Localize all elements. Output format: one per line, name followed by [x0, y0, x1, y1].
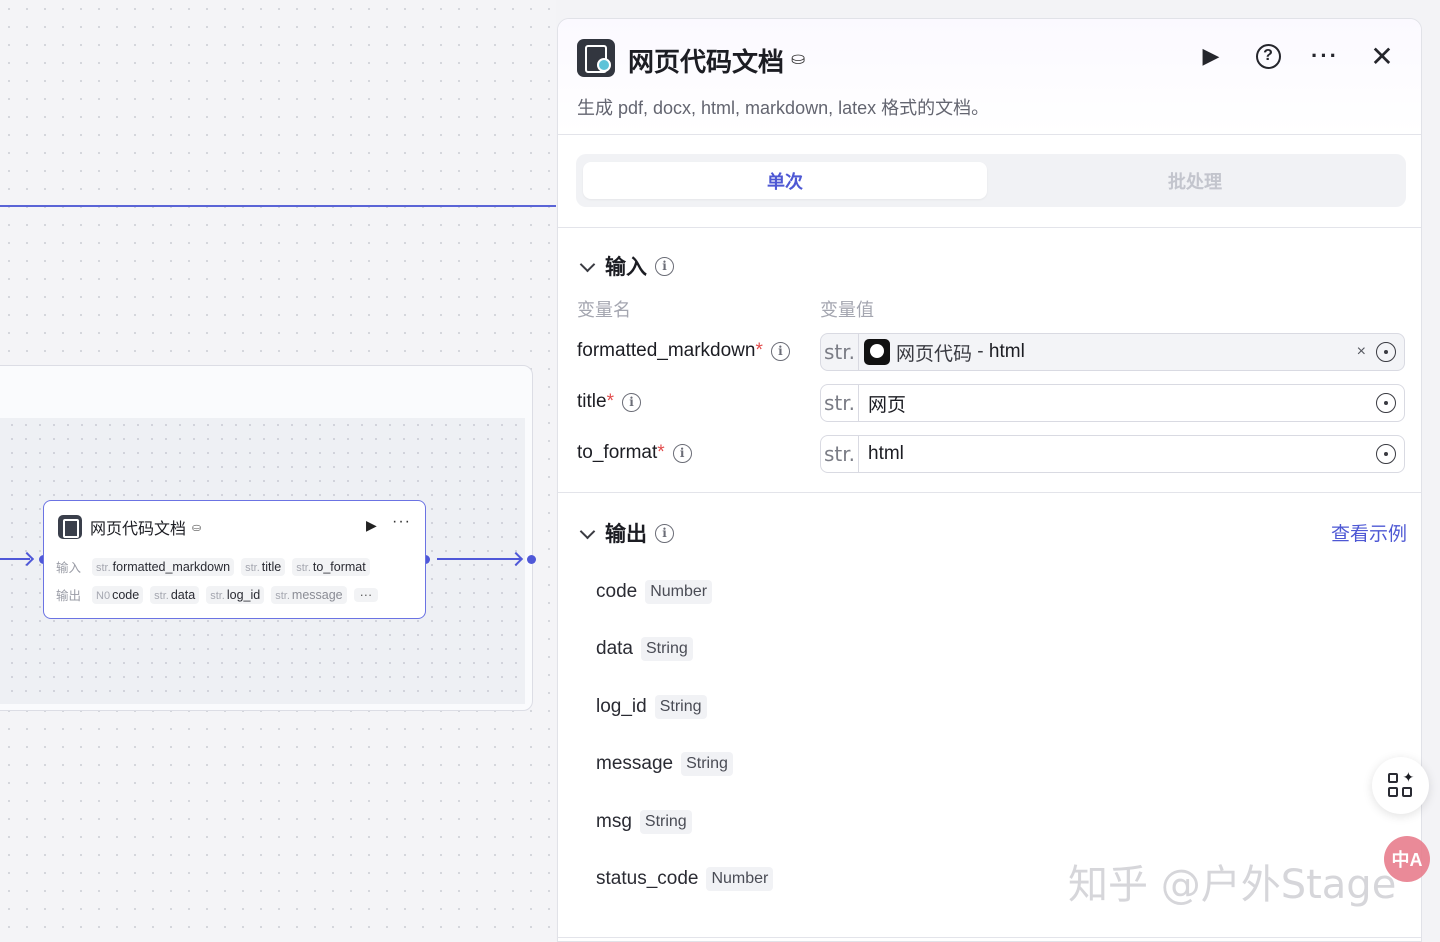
mode-segmented-control: 单次 批处理: [576, 154, 1406, 207]
info-icon[interactable]: i: [655, 256, 674, 276]
output-section-toggle[interactable]: 输出 i: [578, 518, 674, 548]
panel-header: 网页代码文档 ⛀ ▶ ? ··· ✕ 生成 pdf, docx, html, m…: [558, 19, 1421, 135]
input-section-toggle[interactable]: 输入 i: [578, 251, 674, 281]
workflow-canvas[interactable]: 网页代码文档 ⛀ ▶ ··· 输入 str. formatted_markdown…: [0, 0, 556, 942]
plugin-logo-icon: [58, 515, 82, 539]
variable-icon[interactable]: [1376, 393, 1396, 413]
tab-batch[interactable]: 批处理: [993, 162, 1397, 199]
info-icon[interactable]: i: [770, 341, 790, 361]
info-icon[interactable]: i: [655, 523, 674, 543]
output-row: log_id String: [596, 695, 707, 719]
divider: [558, 492, 1421, 493]
close-icon[interactable]: ✕: [1367, 41, 1397, 72]
node-inputs-row: 输入 str. formatted_markdown str. title str.…: [56, 557, 377, 576]
more-horizontal-icon[interactable]: ···: [1310, 41, 1340, 71]
connection-edge: [0, 205, 556, 207]
group-output-port[interactable]: [527, 555, 536, 564]
reference-value[interactable]: 网页代码 - html: [864, 339, 1025, 366]
node-input-chip: str. title: [241, 557, 286, 576]
node-outputs-label: 输出: [56, 589, 82, 603]
output-type-badge: String: [681, 752, 733, 776]
plugin-badge-icon: ⛀: [192, 521, 202, 534]
tab-single-run[interactable]: 单次: [583, 162, 987, 199]
divider: [558, 227, 1421, 228]
panel-description: 生成 pdf, docx, html, markdown, latex 格式的文…: [577, 98, 990, 118]
output-type-badge: String: [654, 695, 707, 719]
node-more-button[interactable]: ···: [392, 513, 411, 531]
formatted-markdown-value-field[interactable]: str. 网页代码 - html ×: [820, 333, 1405, 371]
type-str-tag: str.: [821, 385, 859, 421]
type-str-tag: str.: [821, 334, 859, 370]
node-output-chip: N0 code: [92, 585, 144, 604]
output-row: status_code Number: [596, 867, 774, 891]
node-input-chip: str. formatted_markdown: [92, 557, 235, 576]
view-example-link[interactable]: 查看示例: [1331, 519, 1407, 546]
selected-workflow-node[interactable]: 网页代码文档 ⛀ ▶ ··· 输入 str. formatted_markdown…: [43, 500, 426, 619]
input-param-formatted-markdown: formatted_markdown * i: [577, 340, 790, 362]
input-param-to-format: to_format * i: [577, 442, 692, 464]
output-type-badge: Number: [706, 867, 774, 891]
variable-icon[interactable]: [1376, 444, 1396, 464]
info-icon[interactable]: i: [621, 392, 641, 412]
output-row: message String: [596, 752, 733, 776]
output-section-title: 输出: [605, 523, 647, 546]
node-output-chip: str. data: [150, 585, 200, 604]
variable-icon[interactable]: [1376, 342, 1396, 362]
node-run-button[interactable]: ▶: [366, 517, 377, 534]
help-circle-icon[interactable]: ?: [1253, 41, 1283, 71]
watermark: 知乎 @户外Stage: [1068, 862, 1397, 908]
input-section-title: 输入: [605, 256, 647, 279]
title-value-field[interactable]: str. 网页: [820, 384, 1405, 422]
add-apps-button[interactable]: ✦: [1372, 757, 1429, 814]
node-input-chip: str. to_format: [292, 557, 370, 576]
node-inputs-label: 输入: [56, 561, 82, 575]
plugin-badge-icon: ⛀: [791, 49, 806, 68]
panel-title: 网页代码文档: [628, 47, 785, 77]
node-output-chip: str. log_id: [206, 585, 265, 604]
node-title: 网页代码文档: [90, 521, 187, 538]
type-str-tag: str.: [821, 436, 859, 472]
node-outputs-more-button[interactable]: ···: [353, 587, 379, 602]
input-param-title: title * i: [577, 391, 641, 413]
info-icon[interactable]: i: [672, 443, 692, 463]
node-config-panel: 网页代码文档 ⛀ ▶ ? ··· ✕ 生成 pdf, docx, html, m…: [557, 18, 1422, 942]
to-format-value-field[interactable]: str. html: [820, 435, 1405, 473]
column-header-value: 变量值: [820, 300, 874, 320]
clear-reference-icon[interactable]: ×: [1357, 343, 1366, 361]
play-icon[interactable]: ▶: [1196, 41, 1226, 71]
column-header-name: 变量名: [577, 300, 631, 320]
chevron-down-icon[interactable]: [579, 256, 596, 272]
output-row: msg String: [596, 810, 692, 834]
source-node-icon: [864, 339, 890, 365]
output-row: code Number: [596, 580, 713, 604]
apps-grid-icon: ✦: [1387, 770, 1414, 799]
divider: [558, 937, 1421, 938]
node-output-chip: str. message: [271, 585, 347, 604]
output-type-badge: Number: [645, 580, 713, 604]
output-type-badge: String: [639, 810, 692, 834]
to-format-value[interactable]: html: [868, 443, 904, 465]
plugin-logo-icon: [577, 39, 615, 77]
output-type-badge: String: [640, 637, 693, 661]
chevron-down-icon[interactable]: [579, 523, 596, 539]
title-value[interactable]: 网页: [868, 390, 906, 417]
output-row: data String: [596, 637, 693, 661]
node-outputs-row: 输出 N0 code str. data str. log_id str. messag…: [56, 585, 385, 604]
